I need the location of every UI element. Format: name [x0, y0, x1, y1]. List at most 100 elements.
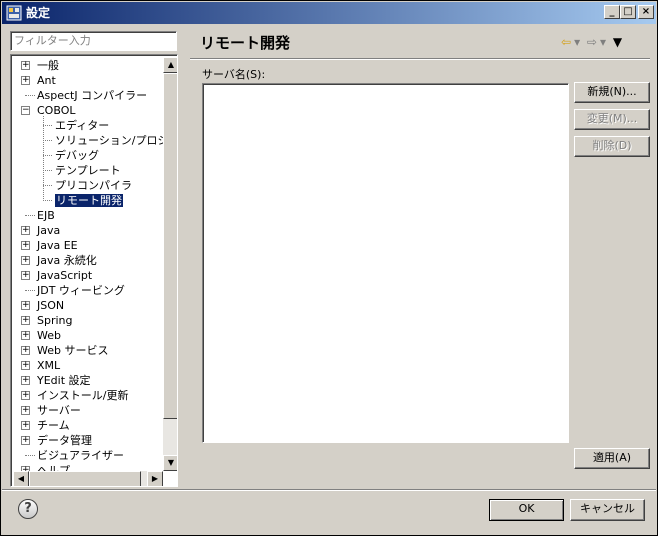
tree-item[interactable]: データ管理	[37, 433, 92, 448]
scroll-right-icon[interactable]: ▶	[147, 471, 163, 486]
tree-item[interactable]: ヘルプ	[37, 463, 70, 471]
tree-item[interactable]: AspectJ コンパイラー	[37, 88, 147, 103]
tree-item[interactable]: Web	[37, 328, 61, 343]
tree-item-label: プリコンパイラ	[55, 179, 132, 192]
tree-viewport: + 一般 + Ant AspectJ コンパイラー − COBOL エディター ソリューション/…	[13, 57, 163, 471]
scroll-up-icon[interactable]: ▲	[163, 57, 177, 73]
expand-icon[interactable]: +	[21, 436, 30, 445]
expand-icon[interactable]: +	[21, 226, 30, 235]
tree-vertical-scrollbar[interactable]: ▲ ▼	[163, 57, 177, 471]
expand-icon[interactable]: +	[21, 241, 30, 250]
tree-item[interactable]: Web サービス	[37, 343, 108, 358]
tree-item[interactable]: Ant	[37, 73, 56, 88]
tree-item-label: ビジュアライザー	[37, 449, 125, 462]
tree-item[interactable]: 一般	[37, 58, 59, 73]
filter-input[interactable]: フィルター入力	[10, 31, 177, 51]
tree-item[interactable]: チーム	[37, 418, 70, 433]
edit-button[interactable]: 変更(M)...	[574, 109, 650, 130]
tree-item[interactable]: Spring	[37, 313, 73, 328]
scroll-thumb[interactable]	[163, 73, 177, 419]
tree-connector	[43, 170, 52, 171]
scroll-down-icon[interactable]: ▼	[163, 455, 177, 471]
expand-icon[interactable]: +	[21, 256, 30, 265]
tree-item-label: ヘルプ	[37, 464, 70, 471]
window-title: 設定	[26, 6, 51, 20]
tree-item-label: チーム	[37, 419, 70, 432]
expand-icon[interactable]: +	[21, 271, 30, 280]
minimize-button[interactable]: _	[604, 5, 620, 19]
tree-item-label: Java EE	[37, 239, 78, 252]
maximize-button[interactable]: □	[620, 5, 636, 19]
tree-item[interactable]: リモート開発	[55, 193, 123, 208]
tree-item[interactable]: テンプレート	[55, 163, 121, 178]
scroll-thumb-h[interactable]	[29, 471, 141, 486]
tree-item[interactable]: サーバー	[37, 403, 81, 418]
forward-dropdown-icon[interactable]: ▾	[600, 35, 606, 49]
expand-icon[interactable]: +	[21, 76, 30, 85]
tree-item[interactable]: エディター	[55, 118, 109, 133]
title-separator	[190, 58, 650, 60]
tree-item[interactable]: YEdit 設定	[37, 373, 91, 388]
preferences-window: 設定 _ □ × フィルター入力 + 一般 + Ant AspectJ コンパイラー − C…	[0, 0, 658, 536]
tree-item[interactable]: JavaScript	[37, 268, 92, 283]
footer-separator	[2, 489, 656, 491]
tree-item[interactable]: ソリューション/プロジェクト	[55, 133, 163, 148]
tree-branch-line	[43, 116, 44, 201]
tree-connector	[43, 125, 52, 126]
tree-item[interactable]: JDT ウィービング	[37, 283, 125, 298]
tree-connector	[25, 455, 35, 456]
tree-item[interactable]: ビジュアライザー	[37, 448, 124, 463]
tree-item[interactable]: Java	[37, 223, 60, 238]
ok-button[interactable]: OK	[489, 499, 564, 521]
tree-item-label: JSON	[37, 299, 65, 312]
tree-item-label: デバッグ	[55, 149, 99, 162]
expand-icon[interactable]: +	[21, 391, 30, 400]
tree-connector	[43, 200, 52, 201]
expand-icon[interactable]: +	[21, 421, 30, 430]
collapse-icon[interactable]: −	[21, 106, 30, 115]
tree-item-label: JavaScript	[37, 269, 93, 282]
expand-icon[interactable]: +	[21, 406, 30, 415]
expand-icon[interactable]: +	[21, 376, 30, 385]
navigation-toolbar: ⇦ ▾ ⇨ ▾ ▼	[561, 35, 625, 49]
tree-item-label: エディター	[55, 119, 110, 132]
close-button[interactable]: ×	[638, 5, 654, 19]
arrow-right-icon[interactable]: ⇨	[587, 35, 597, 49]
tree-item[interactable]: Java 永続化	[37, 253, 97, 268]
cancel-button[interactable]: キャンセル	[570, 499, 645, 521]
title-bar[interactable]: 設定 _ □ ×	[2, 2, 656, 24]
tree-item[interactable]: XML	[37, 358, 60, 373]
tree-item[interactable]: JSON	[37, 298, 64, 313]
splitter[interactable]	[182, 28, 187, 488]
tree-horizontal-scrollbar[interactable]: ◀ ▶	[13, 471, 163, 486]
back-dropdown-icon[interactable]: ▾	[574, 35, 580, 49]
preferences-tree[interactable]: + 一般 + Ant AspectJ コンパイラー − COBOL エディター ソリューション/…	[10, 54, 178, 487]
tree-connector	[25, 215, 35, 216]
tree-item[interactable]: プリコンパイラ	[55, 178, 132, 193]
tree-item[interactable]: デバッグ	[55, 148, 99, 163]
view-menu-icon[interactable]: ▼	[613, 35, 622, 49]
expand-icon[interactable]: +	[21, 61, 30, 70]
expand-icon[interactable]: +	[21, 316, 30, 325]
tree-item-label: リモート開発	[55, 194, 123, 207]
expand-icon[interactable]: +	[21, 361, 30, 370]
tree-item-label: Java	[37, 224, 61, 237]
tree-item[interactable]: Java EE	[37, 238, 78, 253]
tree-item-label: Ant	[37, 74, 56, 87]
scroll-left-icon[interactable]: ◀	[13, 471, 29, 486]
help-icon[interactable]: ?	[18, 499, 38, 519]
delete-button[interactable]: 削除(D)	[574, 136, 650, 157]
server-list[interactable]	[202, 83, 569, 443]
tree-item-label: JDT ウィービング	[37, 284, 125, 297]
tree-item[interactable]: EJB	[37, 208, 55, 223]
expand-icon[interactable]: +	[21, 301, 30, 310]
arrow-left-icon[interactable]: ⇦	[561, 35, 571, 49]
new-button[interactable]: 新規(N)...	[574, 82, 650, 103]
tree-item[interactable]: インストール/更新	[37, 388, 129, 403]
apply-button[interactable]: 適用(A)	[574, 448, 650, 469]
expand-icon[interactable]: +	[21, 346, 30, 355]
tree-item-label: YEdit 設定	[37, 374, 91, 387]
tree-item-label: AspectJ コンパイラー	[37, 89, 148, 102]
expand-icon[interactable]: +	[21, 331, 30, 340]
tree-item-label: ソリューション/プロジェクト	[55, 134, 163, 147]
